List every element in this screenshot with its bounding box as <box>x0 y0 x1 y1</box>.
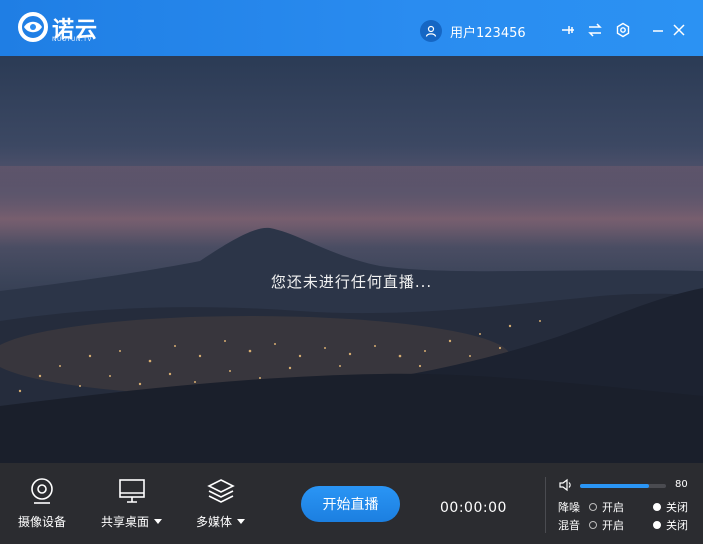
volume-slider[interactable] <box>580 484 666 488</box>
radio-off-label: 关闭 <box>666 501 688 514</box>
mix-label: 混音 <box>558 519 580 532</box>
control-bar: 摄像设备 共享桌面 多媒体 开始直播 00:00:00 80 降噪 开启 关闭 … <box>0 463 703 544</box>
radio-icon <box>589 521 597 529</box>
preview-area: 您还未进行任何直播... <box>0 56 703 463</box>
camera-icon <box>31 478 53 504</box>
user-menu[interactable]: 用户123456 <box>420 20 526 42</box>
volume-slider-fill <box>580 484 649 488</box>
settings-icon[interactable] <box>615 22 631 38</box>
radio-on-label: 开启 <box>602 501 624 514</box>
close-icon[interactable] <box>671 22 687 38</box>
noise-reduction-on-radio[interactable]: 开启 <box>589 499 624 515</box>
camera-device-label: 摄像设备 <box>18 515 67 529</box>
live-status-text: 您还未进行任何直播... <box>270 273 433 291</box>
layers-icon <box>206 479 235 503</box>
brand-subtitle: NUOYUN.TV <box>52 36 92 43</box>
pin-icon[interactable] <box>560 22 576 38</box>
switch-icon[interactable] <box>587 22 603 38</box>
noise-reduction-off-radio[interactable]: 关闭 <box>653 499 688 515</box>
noise-reduction-label: 降噪 <box>558 501 580 514</box>
live-timer: 00:00:00 <box>440 500 507 516</box>
camera-device-button[interactable]: 摄像设备 <box>18 477 66 530</box>
chevron-down-icon <box>237 519 246 524</box>
share-desktop-button[interactable]: 共享桌面 <box>101 477 163 530</box>
radio-icon <box>589 503 597 511</box>
landscape-background <box>0 166 703 463</box>
logo-icon <box>18 12 48 42</box>
user-name: 用户123456 <box>450 25 526 41</box>
share-desktop-label: 共享桌面 <box>101 515 150 529</box>
radio-selected-icon <box>653 503 661 511</box>
mix-row: 混音 开启 关闭 <box>558 518 698 532</box>
monitor-icon <box>118 479 145 503</box>
minimize-icon[interactable] <box>650 22 666 38</box>
volume-icon[interactable] <box>559 478 573 492</box>
volume-value: 80 <box>675 479 688 490</box>
divider <box>545 477 546 533</box>
mix-on-radio[interactable]: 开启 <box>589 517 624 533</box>
mix-off-radio[interactable]: 关闭 <box>653 517 688 533</box>
radio-on-label: 开启 <box>602 519 624 532</box>
title-bar: 诺云 NUOYUN.TV 用户123456 <box>0 0 703 56</box>
user-icon <box>420 20 442 42</box>
chevron-down-icon <box>154 519 163 524</box>
start-live-button[interactable]: 开始直播 <box>301 486 400 522</box>
multimedia-label: 多媒体 <box>196 515 233 529</box>
noise-reduction-row: 降噪 开启 关闭 <box>558 500 698 514</box>
radio-off-label: 关闭 <box>666 519 688 532</box>
multimedia-button[interactable]: 多媒体 <box>196 477 246 530</box>
radio-selected-icon <box>653 521 661 529</box>
